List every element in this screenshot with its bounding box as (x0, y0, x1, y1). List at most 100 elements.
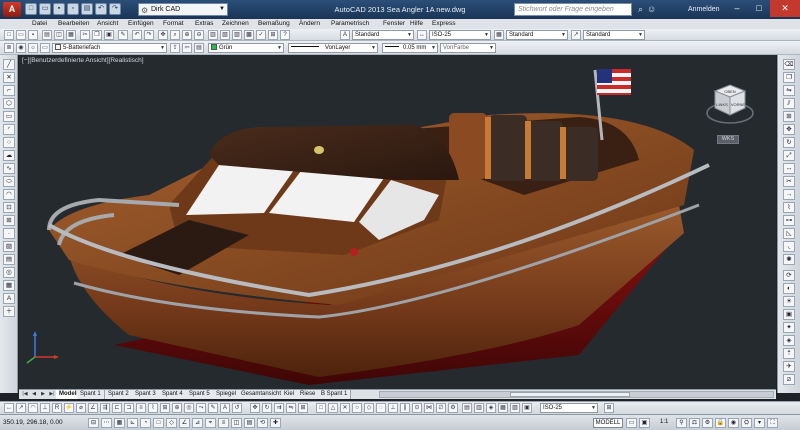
rotate-icon[interactable]: ↻ (783, 137, 795, 148)
layer-select[interactable]: 5-Batteriefach ▼ (52, 43, 167, 53)
osnap-settings-icon[interactable]: ⚙ (448, 403, 458, 413)
ducs-icon[interactable]: ⊿ (192, 418, 203, 428)
break-icon[interactable]: ⌇ (783, 202, 795, 213)
osnap-icon[interactable]: □ (153, 418, 164, 428)
snap-nearest-icon[interactable]: ⋈ (424, 403, 434, 413)
tab-spant-4[interactable]: Spant 4 (159, 390, 187, 399)
arc-length-icon[interactable]: ◠ (28, 403, 38, 413)
tool-palettes-icon[interactable]: ▨ (232, 30, 242, 40)
polyline-icon[interactable]: ⌐ (3, 85, 15, 96)
extend-icon[interactable]: → (783, 189, 795, 200)
save-file-icon[interactable]: ▪ (28, 30, 38, 40)
viewcube[interactable]: OBEN LINKS VORNE (705, 77, 755, 127)
continue-icon[interactable]: ⊐ (124, 403, 134, 413)
transparency-icon[interactable]: ◫ (231, 418, 242, 428)
offset-icon[interactable]: ⫽ (783, 98, 795, 109)
minimize-button[interactable]: – (726, 0, 748, 17)
walk-icon[interactable]: ⇡ (783, 348, 795, 359)
join-icon[interactable]: ⊶ (783, 215, 795, 226)
annotation-visibility-icon[interactable]: ⚲ (676, 418, 687, 428)
auto-scale-icon[interactable]: ⚖ (689, 418, 700, 428)
baseline-icon[interactable]: ⊏ (112, 403, 122, 413)
quick-view-layouts-icon[interactable]: ▭ (626, 418, 637, 428)
linetype-select[interactable]: VonLayer ▼ (288, 43, 378, 53)
menu-einfuegen[interactable]: Einfügen (128, 19, 154, 29)
material-icon[interactable]: ◈ (783, 335, 795, 346)
model-space-button[interactable]: MODELL (593, 418, 623, 428)
save-as-icon[interactable]: ▫ (67, 3, 79, 15)
ordinate-icon[interactable]: ⊥ (40, 403, 50, 413)
view-front-icon[interactable]: ▥ (474, 403, 484, 413)
previous-layer-icon[interactable]: ⇦ (182, 43, 192, 53)
annotation-monitor-icon[interactable]: ✚ (270, 418, 281, 428)
jogged-linear-icon[interactable]: ⤳ (196, 403, 206, 413)
orbit-icon[interactable]: ⟳ (783, 270, 795, 281)
make-current-layer-icon[interactable]: ⇪ (170, 43, 180, 53)
menu-fenster[interactable]: Fenster (383, 19, 405, 29)
redo-icon[interactable]: ↷ (144, 30, 154, 40)
viewcube-top-label[interactable]: OBEN (724, 89, 735, 94)
center-mark-icon[interactable]: ⊕ (172, 403, 182, 413)
menu-bemassung[interactable]: Bemaßung (258, 19, 290, 29)
tab-spant-2[interactable]: Spant 2 (105, 390, 133, 399)
copy-icon[interactable]: ❐ (92, 30, 102, 40)
dim-style-select[interactable]: ISO-25 ▼ (429, 30, 491, 40)
undo-icon[interactable]: ↶ (95, 3, 107, 15)
bottom-dim-style-select[interactable]: ISO-25 ▼ (540, 403, 598, 413)
inspect-icon[interactable]: ◎ (184, 403, 194, 413)
search-icon[interactable]: ⌕ (638, 3, 643, 15)
dim-update-icon[interactable]: ↺ (232, 403, 242, 413)
lineweight-toggle-icon[interactable]: ≡ (218, 418, 229, 428)
move-icon[interactable]: ✥ (783, 124, 795, 135)
snap-center-icon[interactable]: ○ (352, 403, 362, 413)
polygon-icon[interactable]: ⬡ (3, 98, 15, 109)
tab-spant-3[interactable]: Spant 3 (132, 390, 160, 399)
snap-midpoint-icon[interactable]: △ (328, 403, 338, 413)
menu-express[interactable]: Express (432, 19, 455, 29)
tab-b-spant-1[interactable]: B Spant 1 (318, 390, 352, 399)
wcs-menu[interactable]: WKS (717, 135, 739, 144)
snap-node-icon[interactable]: ⊙ (412, 403, 422, 413)
spline-icon[interactable]: ∿ (3, 163, 15, 174)
hatch-icon[interactable]: ▨ (3, 241, 15, 252)
array-3d-icon[interactable]: ⊞ (298, 403, 308, 413)
dim-style-manager-icon[interactable]: ⊞ (604, 403, 614, 413)
menu-extras[interactable]: Extras (195, 19, 213, 29)
sheetset-icon[interactable]: ▩ (244, 30, 254, 40)
dim-space-icon[interactable]: ≡ (136, 403, 146, 413)
mirror-icon[interactable]: ⇋ (783, 85, 795, 96)
next-tab-icon[interactable]: ▶ (39, 390, 47, 399)
menu-ansicht[interactable]: Ansicht (97, 19, 118, 29)
dim-break-icon[interactable]: ⌇ (148, 403, 158, 413)
maximize-button[interactable]: □ (748, 0, 770, 17)
new-file-icon[interactable]: □ (4, 30, 14, 40)
view-top-icon[interactable]: ▤ (462, 403, 472, 413)
stretch-icon[interactable]: ↔ (783, 163, 795, 174)
open-icon[interactable]: ▭ (39, 3, 51, 15)
render-icon[interactable]: ☀ (783, 296, 795, 307)
preview-icon[interactable]: ◫ (54, 30, 64, 40)
view-camera-icon[interactable]: ▣ (522, 403, 532, 413)
light-icon[interactable]: ✦ (783, 322, 795, 333)
zoom-previous-icon[interactable]: ⊖ (194, 30, 204, 40)
plotstyle-select[interactable]: VonFarbe ▼ (440, 43, 496, 53)
array-icon[interactable]: ⊞ (783, 111, 795, 122)
fillet-icon[interactable]: ◟ (783, 241, 795, 252)
ellipse-icon[interactable]: ⬭ (3, 176, 15, 187)
chamfer-icon[interactable]: ◺ (783, 228, 795, 239)
tab-riese[interactable]: Riese (297, 390, 320, 399)
explode-icon[interactable]: ✺ (783, 254, 795, 265)
snap-perpendicular-icon[interactable]: ⊥ (388, 403, 398, 413)
scale-icon[interactable]: ⤢ (783, 150, 795, 161)
angular-icon[interactable]: ∠ (88, 403, 98, 413)
clean-screen-icon[interactable]: ⛶ (767, 418, 778, 428)
annotation-scale[interactable]: 1:1 (660, 418, 668, 427)
section-icon[interactable]: ⧄ (783, 374, 795, 385)
copy-object-icon[interactable]: ❐ (783, 72, 795, 83)
table-style-select[interactable]: Standard ▼ (506, 30, 568, 40)
pan-icon[interactable]: ✥ (158, 30, 168, 40)
snap-mode-icon[interactable]: ⋯ (101, 418, 112, 428)
horizontal-scrollbar[interactable] (379, 391, 774, 398)
publish-icon[interactable]: ▦ (66, 30, 76, 40)
selection-cycling-icon[interactable]: ⟲ (257, 418, 268, 428)
